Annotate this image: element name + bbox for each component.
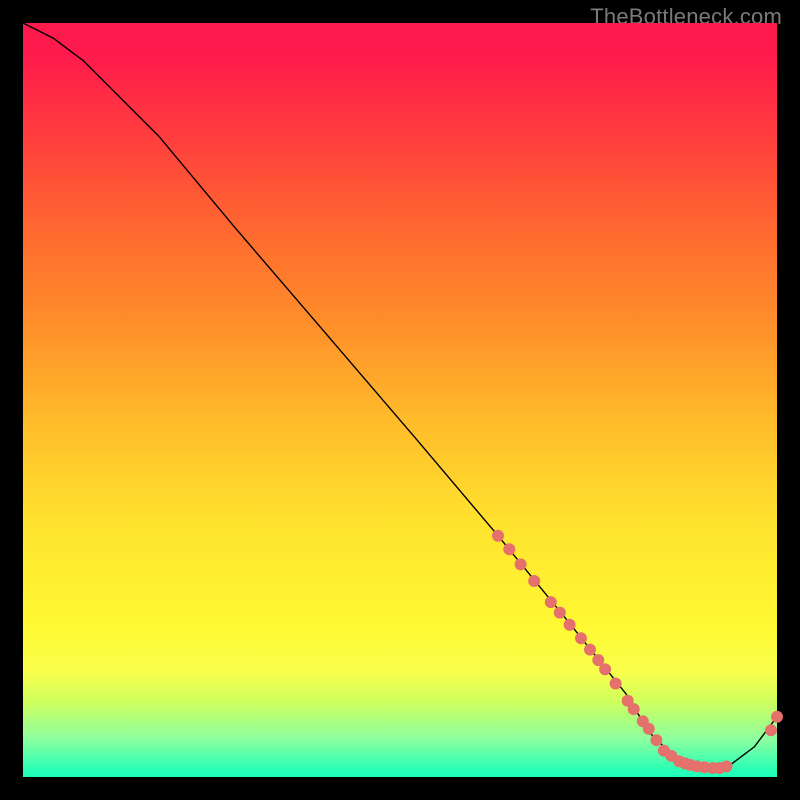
data-point (651, 735, 662, 746)
plot-area (23, 23, 777, 777)
data-point (643, 723, 654, 734)
data-point (529, 576, 540, 587)
data-point (585, 644, 596, 655)
data-point (493, 530, 504, 541)
data-point (564, 619, 575, 630)
data-point (504, 544, 515, 555)
chart-svg (23, 23, 777, 777)
data-point (545, 597, 556, 608)
data-point (554, 607, 565, 618)
data-point (515, 559, 526, 570)
curve-line (23, 23, 777, 770)
data-point (593, 655, 604, 666)
curve-markers (493, 530, 783, 773)
data-point (600, 664, 611, 675)
data-point (610, 678, 621, 689)
data-point (576, 633, 587, 644)
data-point (766, 725, 777, 736)
data-point (721, 761, 732, 772)
data-point (772, 711, 783, 722)
chart-stage: TheBottleneck.com (0, 0, 800, 800)
data-point (628, 704, 639, 715)
